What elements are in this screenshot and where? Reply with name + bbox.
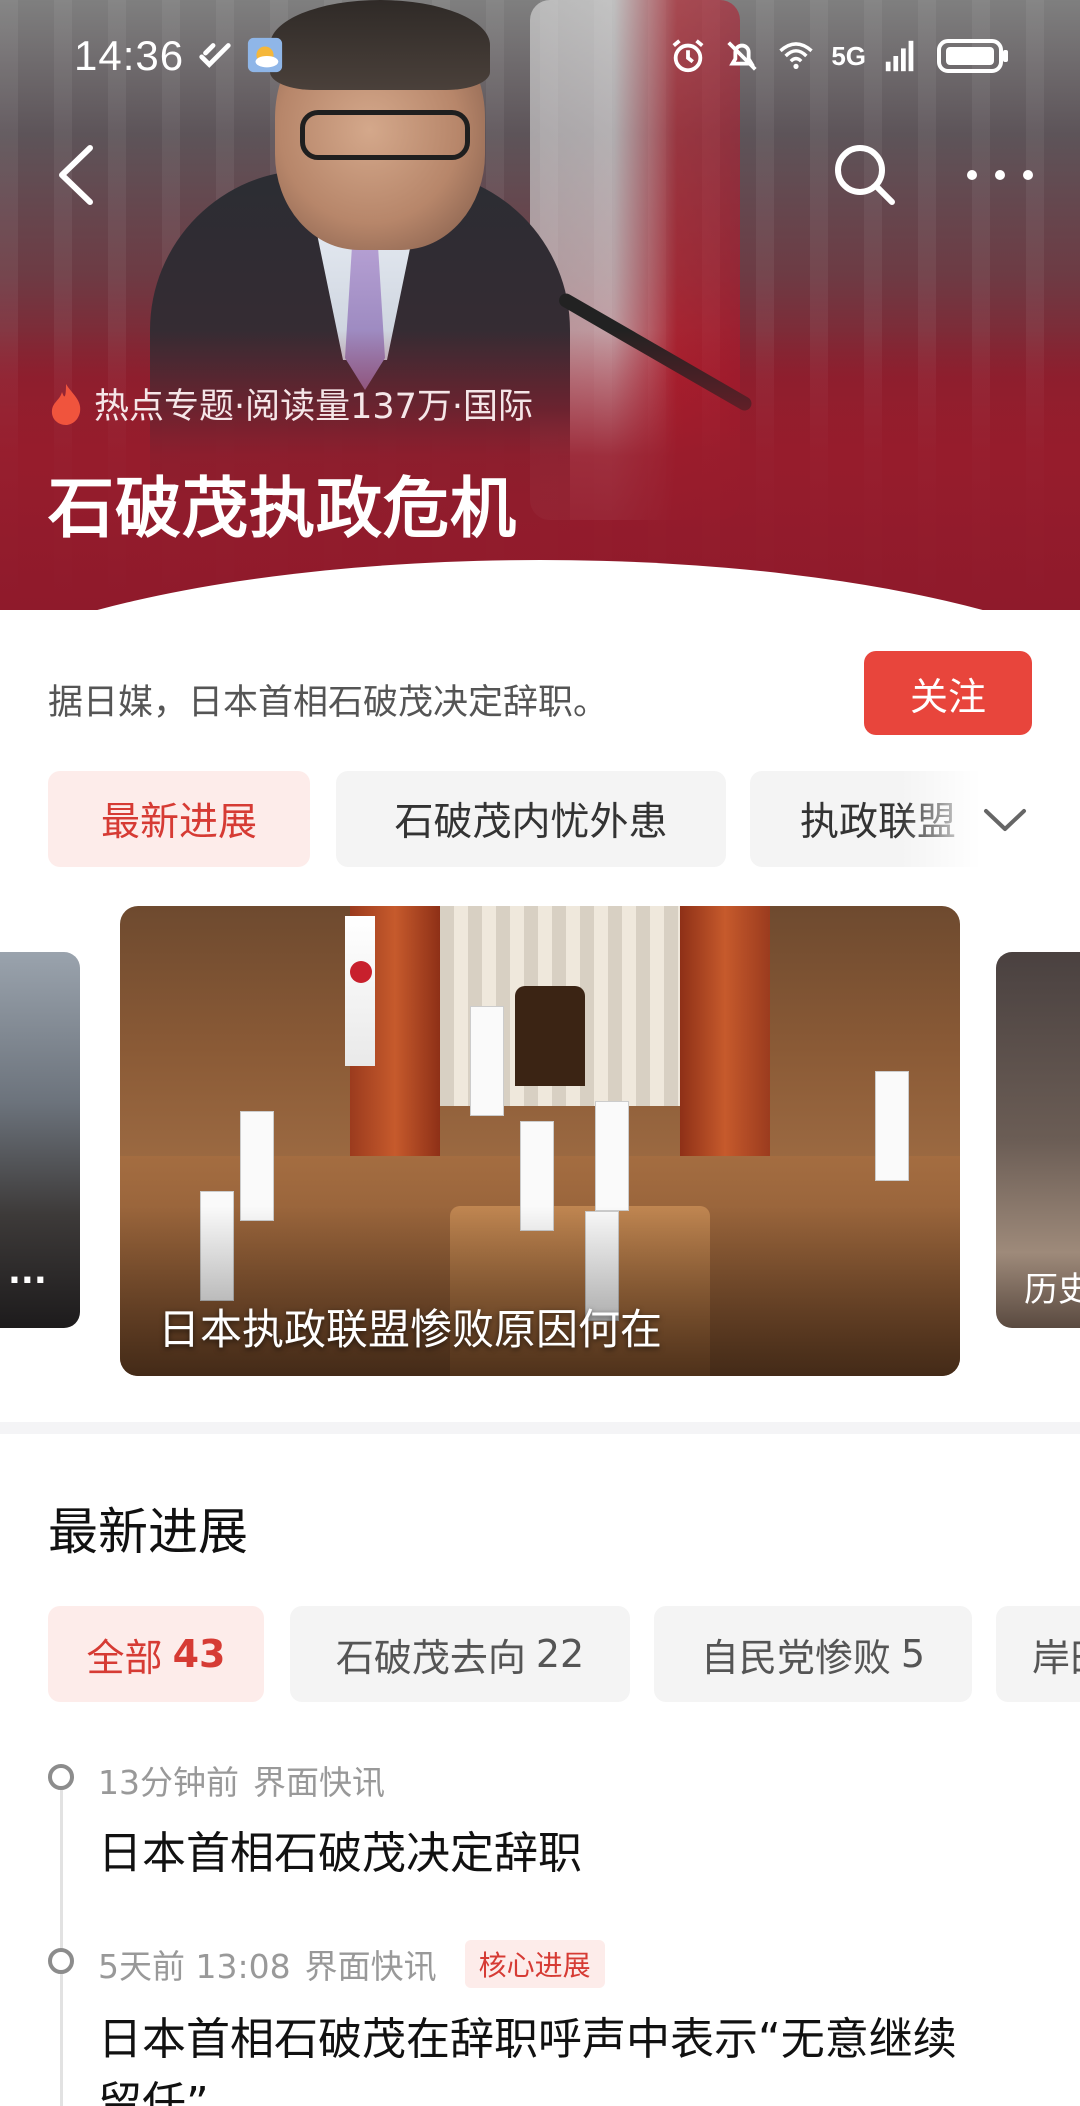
weather-icon (247, 37, 283, 73)
carousel-prev-caption: ... (8, 1252, 47, 1292)
category-tab-troubles[interactable]: 石破茂内忧外患 (336, 771, 726, 867)
page-title: 石破茂执政危机 (48, 470, 517, 547)
chevron-down-icon[interactable] (980, 795, 1030, 845)
timeline-item-headline[interactable]: 日本首相石破茂决定辞职 (98, 1822, 998, 1886)
timeline-dot (48, 1948, 74, 1974)
filter-chip-whereabouts[interactable]: 石破茂去向 22 (290, 1606, 630, 1702)
signal-icon (885, 40, 914, 72)
timeline-item-headline[interactable]: 日本首相石破茂在辞职呼声中表示“无意继续留任” (98, 2008, 998, 2106)
fire-icon (51, 383, 81, 425)
filter-chip-all[interactable]: 全部 43 (48, 1606, 264, 1702)
filter-chips: 全部43 石破茂去向22 自民党惨败5 岸田 (48, 1606, 1080, 1702)
network-type: 5G (831, 40, 866, 71)
sync-icon (199, 43, 231, 68)
timeline-item-meta: 13分钟前 界面快讯 (98, 1763, 385, 1802)
topic-description: 据日媒，日本首相石破茂决定辞职。 (48, 683, 609, 723)
category-tab-latest[interactable]: 最新进展 (48, 771, 310, 867)
topic-meta-text: 热点专题·阅读量137万·国际 (94, 387, 534, 427)
carousel-card-next[interactable]: 历史 (996, 952, 1080, 1328)
section-title: 最新进展 (48, 1503, 248, 1561)
search-icon[interactable] (830, 140, 900, 210)
back-arrow-icon[interactable] (50, 140, 110, 210)
status-time: 14:36 (74, 32, 185, 79)
follow-button[interactable]: 关注 (864, 651, 1032, 735)
wifi-icon (779, 42, 814, 69)
core-progress-badge: 核心进展 (464, 1940, 605, 1988)
alarm-icon (672, 39, 704, 73)
filter-chip-ldp-defeat[interactable]: 自民党惨败 5 (654, 1606, 972, 1702)
status-bar: 14:36 5G (0, 0, 1080, 120)
carousel-card-prev[interactable]: ... (0, 952, 80, 1328)
carousel-card-main[interactable]: 日本执政联盟惨败原因何在 (120, 906, 960, 1376)
topic-meta: 热点专题·阅读量137万·国际 (48, 378, 533, 429)
timeline-dot (48, 1764, 74, 1790)
carousel-main-caption: 日本执政联盟惨败原因何在 (158, 1305, 663, 1354)
battery-icon (937, 39, 1008, 73)
mute-bell-icon (727, 41, 757, 71)
section-divider (0, 1422, 1080, 1434)
more-dots-icon[interactable] (960, 150, 1040, 200)
carousel-next-caption: 历史 (1024, 1270, 1080, 1310)
filter-chip-kishida[interactable]: 岸田 (996, 1606, 1080, 1702)
timeline-item-meta: 5天前 13:08 界面快讯 核心进展 (98, 1940, 605, 1988)
